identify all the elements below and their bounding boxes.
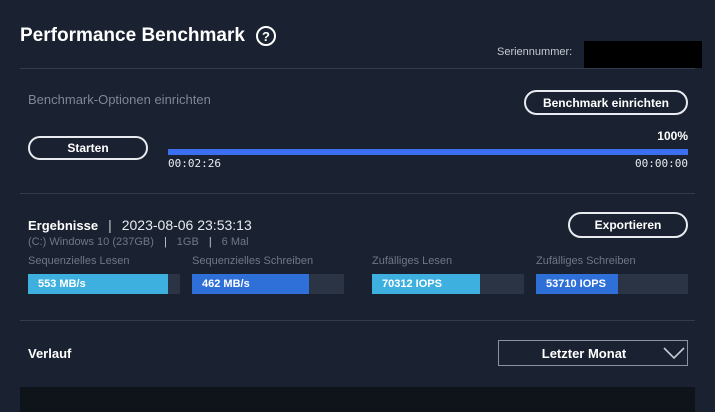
metric-random-read: Zufälliges Lesen 70312 IOPS [372, 255, 524, 294]
history-chart-panel [20, 387, 695, 412]
metric-label: Sequenzielles Schreiben [192, 255, 314, 267]
export-button[interactable]: Exportieren [568, 212, 688, 238]
metric-value: 462 MB/s [202, 278, 250, 290]
metric-bar: 553 MB/s [28, 274, 180, 294]
page-title: Performance Benchmark [20, 25, 245, 46]
metric-bar: 53710 IOPS [536, 274, 688, 294]
results-meta: (C:) Windows 10 (237GB) | 1GB | 6 Mal [28, 236, 249, 248]
separator: | [208, 236, 212, 248]
setup-benchmark-button[interactable]: Benchmark einrichten [524, 90, 688, 115]
metric-sequential-read: Sequenzielles Lesen 553 MB/s [28, 255, 180, 294]
results-drive: (C:) Windows 10 (237GB) [28, 236, 154, 248]
progress-percent: 100% [657, 129, 688, 143]
start-button[interactable]: Starten [28, 136, 148, 160]
help-icon[interactable]: ? [256, 26, 276, 46]
divider [20, 68, 695, 69]
results-datetime: 2023-08-06 23:53:13 [121, 217, 252, 233]
results-size: 1GB [176, 236, 199, 248]
separator: | [163, 236, 167, 248]
results-header: Ergebnisse | 2023-08-06 23:53:13 [28, 217, 252, 233]
metric-label: Zufälliges Lesen [372, 255, 453, 267]
remaining-time: 00:00:00 [635, 157, 688, 170]
serial-number-redacted [584, 41, 702, 68]
dropdown-selected-value: Letzter Monat [541, 345, 627, 361]
divider [20, 193, 695, 194]
metric-bar: 462 MB/s [192, 274, 344, 294]
progress-bar-fill [168, 149, 688, 155]
chevron-down-icon [661, 340, 687, 366]
metric-value: 553 MB/s [38, 278, 86, 290]
history-range-dropdown[interactable]: Letzter Monat [498, 340, 688, 366]
performance-benchmark-page: Performance Benchmark ? Seriennummer: Be… [0, 0, 715, 412]
serial-number-label: Seriennummer: [497, 46, 573, 58]
history-label: Verlauf [28, 346, 72, 361]
metric-value: 70312 IOPS [382, 278, 442, 290]
results-label: Ergebnisse [28, 218, 99, 233]
divider [20, 320, 695, 321]
results-runs: 6 Mal [221, 236, 249, 248]
elapsed-time: 00:02:26 [168, 157, 221, 170]
metric-sequential-write: Sequenzielles Schreiben 462 MB/s [192, 255, 344, 294]
separator: | [108, 217, 112, 233]
metric-value: 53710 IOPS [546, 278, 606, 290]
progress-bar [168, 149, 688, 155]
benchmark-options-label: Benchmark-Optionen einrichten [28, 92, 211, 107]
metric-label: Sequenzielles Lesen [28, 255, 130, 267]
metric-bar: 70312 IOPS [372, 274, 524, 294]
metric-random-write: Zufälliges Schreiben 53710 IOPS [536, 255, 688, 294]
metric-label: Zufälliges Schreiben [536, 255, 636, 267]
